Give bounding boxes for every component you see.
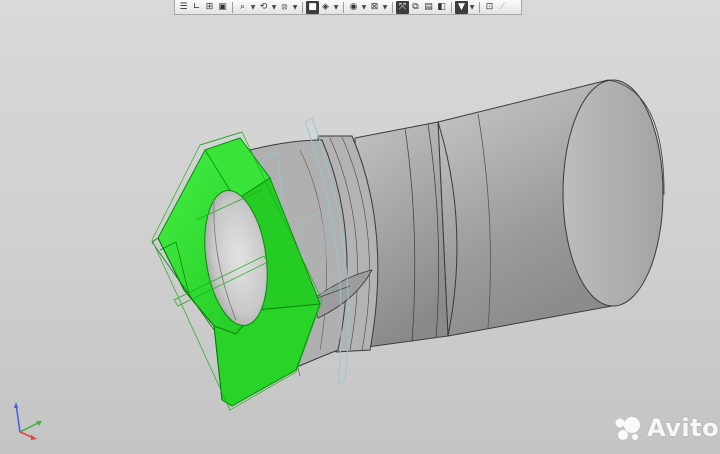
toolbar-separator [343,1,344,13]
3d-model-scene[interactable] [0,0,720,454]
view-toolbar: ☰ ∟ ⊞ ▣ ⌕ ▼ ⟲ ▼ ⦻ ▼ ■ ◈ ▼ ◉ ▼ ⊠ ▼ ⤧ ⧉ ▤ ◧ ▼ ▼ ⊡ ⁄ [174,0,522,15]
shaded-cube-icon[interactable]: ■ [306,0,319,14]
measure-icon: ⁄ [501,1,504,12]
x-axis-arrow-icon [31,435,37,440]
build-tree-icon[interactable]: ⊞ [203,1,216,14]
toolbar-separator [232,1,233,13]
display-mode-icon[interactable]: ◈ [319,1,332,14]
toolbar-separator [479,1,480,13]
chevron-down-icon[interactable]: ▼ [381,1,389,14]
copy-view-icon[interactable]: ⧉ [409,1,422,14]
coordinate-triad [14,402,42,440]
z-axis-line [15,403,21,433]
avito-watermark: Avito [613,414,719,442]
filter-icon[interactable]: ▼ [455,0,468,14]
toolbar-separator [451,1,452,13]
section-icon[interactable]: ⊠ [368,1,381,14]
z-axis-arrow-icon [14,402,18,408]
toolbar-separator [392,1,393,13]
watermark-text: Avito [647,414,720,442]
chevron-down-icon[interactable]: ▼ [270,1,278,14]
dimensions-icon[interactable]: ⊡ [483,1,496,14]
layers-icon[interactable]: ▤ [422,1,435,14]
chevron-down-icon[interactable]: ▼ [360,1,368,14]
avito-logo-icon [615,417,640,440]
chevron-down-icon[interactable]: ▼ [332,1,340,14]
chevron-down-icon[interactable]: ▼ [249,1,257,14]
hide-icon[interactable]: ◉ [347,1,360,14]
chevron-down-icon[interactable]: ▼ [468,1,476,14]
zoom-icon[interactable]: ⌕ [236,1,249,14]
coordinate-system-icon[interactable]: ∟ [190,1,203,14]
chevron-down-icon[interactable]: ▼ [291,1,299,14]
show-all-icon[interactable]: ▣ [216,1,229,14]
display-settings-icon[interactable]: ◧ [435,1,448,14]
3d-viewport[interactable]: ☰ ∟ ⊞ ▣ ⌕ ▼ ⟲ ▼ ⦻ ▼ ■ ◈ ▼ ◉ ▼ ⊠ ▼ ⤧ ⧉ ▤ ◧ ▼ ▼ ⊡ ⁄ Avito [0,0,720,454]
filter-objects-icon[interactable]: ⤧ [396,0,409,14]
toolbar-separator [302,1,303,13]
rotate-icon[interactable]: ⟲ [257,1,270,14]
view-list-icon[interactable]: ☰ [177,1,190,14]
orientation-icon[interactable]: ⦻ [278,1,291,14]
y-axis-line [19,421,41,433]
pipe-body[interactable] [437,79,665,337]
